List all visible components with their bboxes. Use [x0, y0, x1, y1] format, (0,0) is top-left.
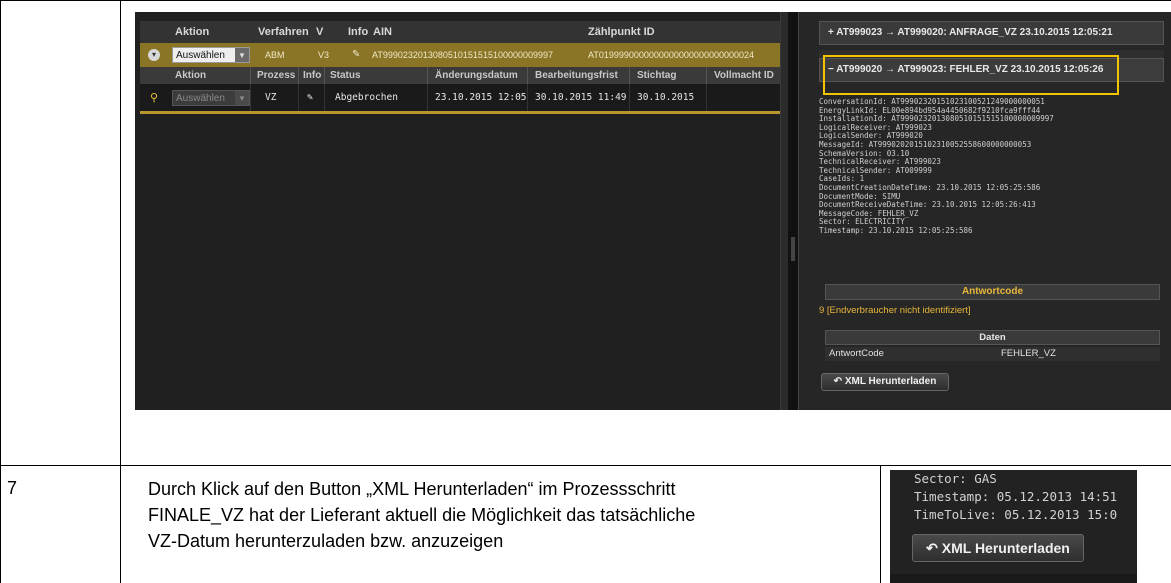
col-verfahren: Verfahren: [258, 26, 309, 38]
stichtag-value: 30.10.2015: [637, 92, 695, 103]
step-number: 7: [7, 478, 18, 498]
antwortcode-header: Antwortcode: [825, 284, 1160, 300]
sub-col-bearbeitungsfrist: Bearbeitungsfrist: [535, 70, 618, 81]
message-panel: + AT999023 → AT999020: ANFRAGE_VZ 23.10.…: [798, 12, 1171, 410]
aenderungsdatum-value: 23.10.2015 12:05: [435, 92, 527, 103]
search-icon[interactable]: ⚲: [150, 84, 158, 111]
thumb-line: TimeToLive: 05.12.2013 15:0: [914, 507, 1118, 522]
download-icon: ↶: [833, 376, 845, 387]
version-value: V3: [318, 50, 330, 60]
app-screenshot: Aktion Verfahren V Info AIN Zählpunkt ID…: [135, 12, 1171, 410]
step-description-line: FINALE_VZ hat der Lieferant aktuell die …: [148, 505, 696, 525]
sub-col-info: Info: [303, 70, 322, 81]
process-panel: Aktion Verfahren V Info AIN Zählpunkt ID…: [135, 12, 789, 410]
download-icon: ↶: [926, 540, 942, 556]
step-description-line: Durch Klick auf den Button „XML Herunter…: [148, 479, 676, 499]
collapse-icon[interactable]: ▾: [148, 49, 160, 61]
sub-col-status: Status: [330, 70, 361, 81]
status-value: Abgebrochen: [335, 92, 398, 103]
table-col-divider-2: [880, 465, 881, 583]
verfahren-value: ABM: [265, 50, 285, 60]
sub-col-aktion: Aktion: [175, 70, 207, 81]
edit-icon[interactable]: ✎: [352, 43, 360, 67]
xml-download-label: XML Herunterladen: [844, 376, 937, 387]
thumb-xml-download-label: XML Herunterladen: [941, 540, 1070, 556]
step-description-line: VZ-Datum herunterzuladen bzw. anzuzeigen: [148, 531, 504, 551]
message-details: ConversationId: AT9990232015102310052124…: [819, 97, 1054, 235]
daten-header: Daten: [825, 330, 1160, 345]
col-v: V: [316, 26, 324, 38]
message-collapsed-header[interactable]: + AT999023 → AT999020: ANFRAGE_VZ 23.10.…: [819, 21, 1164, 45]
thumb-xml-download-button[interactable]: ↶ XML Herunterladen: [912, 534, 1084, 562]
plus-icon: +: [828, 27, 837, 38]
table-col-divider: [120, 0, 121, 583]
col-ain: AIN: [373, 26, 392, 38]
chevron-down-icon: ▼: [235, 48, 249, 62]
daten-key: AntwortCode: [829, 348, 884, 359]
action-select-value: Auswählen: [176, 50, 225, 61]
sub-col-prozess: Prozess: [257, 70, 296, 81]
sub-col-vollmacht: Vollmacht ID: [714, 70, 774, 81]
prozess-value: VZ: [265, 92, 277, 103]
process-table-header: Aktion Verfahren V Info AIN Zählpunkt ID: [140, 21, 780, 43]
highlight-box: [823, 55, 1119, 95]
col-info: Info: [348, 26, 369, 38]
action-select[interactable]: Auswählen ▼: [172, 47, 250, 63]
process-row-selected[interactable]: ▾ Auswählen ▼ ABM V3 ✎ AT999023201308051…: [140, 43, 780, 67]
table-row-divider: [0, 465, 1171, 466]
chevron-down-icon: ▼: [235, 91, 249, 105]
subprocess-row[interactable]: ⚲ Auswählen ▼ VZ ✎ Abgebrochen 23.10.201…: [140, 84, 780, 111]
daten-value: FEHLER_VZ: [1001, 348, 1056, 359]
table-top-border: [0, 0, 1171, 1]
daten-row: AntwortCode FEHLER_VZ: [825, 347, 1160, 361]
col-aktion: Aktion: [175, 26, 210, 38]
splitter[interactable]: [788, 12, 798, 410]
sub-col-stichtag: Stichtag: [637, 70, 677, 81]
xml-download-button[interactable]: ↶ XML Herunterladen: [821, 373, 949, 391]
ain-value: AT9990232013080510151515100000009997: [372, 50, 554, 60]
row-divider: [140, 111, 780, 114]
antwortcode-value: 9 [Endverbraucher nicht identifiziert]: [819, 305, 971, 316]
sub-action-select-value: Auswählen: [176, 93, 225, 104]
info-edit-icon[interactable]: ✎: [307, 84, 313, 111]
sub-col-aenderungsdatum: Änderungsdatum: [435, 70, 518, 81]
download-button-screenshot: Sector: GAS Timestamp: 05.12.2013 14:51 …: [890, 470, 1137, 583]
zaehlpunkt-value: AT0199990000000000000000000000024: [588, 50, 754, 60]
step-description: Durch Klick auf den Button „XML Herunter…: [148, 476, 878, 554]
table-col-left-border: [0, 0, 1, 583]
bearbeitungsfrist-value: 30.10.2015 11:49: [535, 92, 627, 103]
message-collapsed-title: AT999023 → AT999020: ANFRAGE_VZ 23.10.20…: [836, 27, 1113, 38]
thumb-line: Sector: GAS: [914, 471, 997, 486]
col-zaehlpunkt: Zählpunkt ID: [588, 26, 655, 38]
thumb-line: Timestamp: 05.12.2013 14:51: [914, 489, 1118, 504]
sub-action-select[interactable]: Auswählen ▼: [172, 90, 250, 106]
subprocess-table-header: Aktion Prozess Info Status Änderungsdatu…: [140, 67, 780, 84]
